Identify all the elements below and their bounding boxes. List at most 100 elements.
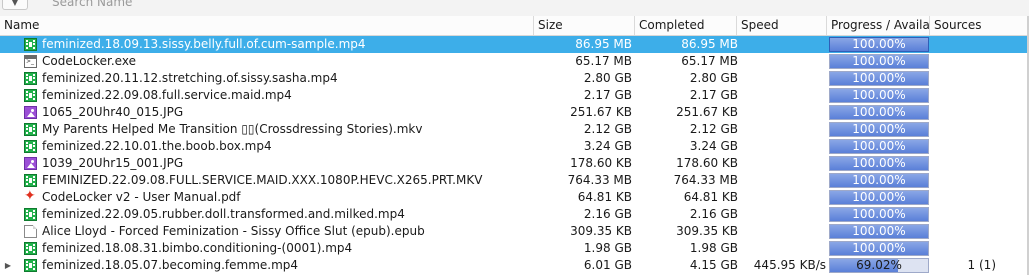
download-speed [740, 223, 828, 240]
column-header-name[interactable]: Name [0, 16, 534, 35]
column-header: Name Size Completed Speed Progress / Ava… [0, 16, 1029, 36]
download-speed [740, 70, 828, 87]
sources-count [934, 70, 1014, 87]
file-name: feminized.18.05.07.becoming.femme.mp4 [42, 258, 299, 272]
download-row[interactable]: CodeLocker v2 - User Manual.pdf 64.81 KB 6… [0, 188, 1029, 206]
video-file-icon [24, 89, 37, 102]
file-size: 251.67 KB [570, 105, 632, 119]
search-bar: ▼ Search Name [0, 0, 1029, 17]
column-header-sources[interactable]: Sources [930, 16, 1027, 35]
video-file-icon [24, 38, 37, 51]
expand-arrow-icon[interactable]: ▶ [3, 257, 13, 274]
image-file-icon [24, 106, 37, 119]
file-name: feminized.18.09.13.sissy.belly.full.of.c… [42, 37, 366, 51]
chevron-down-icon[interactable]: ▼ [2, 0, 28, 10]
file-size: 1.98 GB [583, 241, 632, 255]
progress-bar: 100.00% [829, 224, 929, 239]
file-size: 764.33 MB [567, 173, 632, 187]
download-row[interactable]: feminized.20.11.12.stretching.of.sissy.s… [0, 70, 1029, 87]
download-row[interactable]: feminized.22.09.08.full.service.maid.mp4… [0, 87, 1029, 104]
completed-size: 309.35 KB [676, 224, 738, 238]
video-file-icon [24, 174, 37, 187]
progress-bar: 100.00% [829, 156, 929, 171]
video-file-icon [24, 123, 37, 136]
progress-label: 100.00% [852, 71, 906, 85]
completed-size: 1.98 GB [689, 241, 738, 255]
completed-size: 2.80 GB [689, 71, 738, 85]
search-input[interactable]: Search Name [52, 0, 352, 9]
download-speed [740, 206, 828, 223]
progress-bar: 100.00% [829, 241, 929, 256]
column-header-progress[interactable]: Progress / Availab [827, 16, 930, 35]
download-list: feminized.18.09.13.sissy.belly.full.of.c… [0, 36, 1029, 274]
file-name: feminized.22.09.05.rubber.doll.transform… [42, 207, 405, 221]
sources-count [934, 36, 1014, 53]
download-speed [740, 155, 828, 172]
completed-size: 64.81 KB [683, 190, 738, 204]
progress-label: 100.00% [852, 54, 906, 68]
video-file-icon [24, 72, 37, 85]
completed-size: 86.95 MB [681, 37, 738, 51]
completed-size: 178.60 KB [676, 156, 738, 170]
document-file-icon [24, 225, 37, 238]
progress-label: 100.00% [852, 190, 906, 204]
file-name: 1065_20Uhr40_015.JPG [42, 105, 184, 119]
file-size: 3.24 GB [583, 139, 632, 153]
progress-label: 100.00% [852, 105, 906, 119]
progress-bar: 100.00% [829, 105, 929, 120]
pdf-file-icon [24, 188, 37, 205]
download-row[interactable]: ▶ feminized.18.05.07.becoming.femme.mp4 6.… [0, 257, 1029, 274]
download-row[interactable]: CodeLocker.exe 65.17 MB 65.17 MB 100.00% [0, 53, 1029, 70]
progress-label: 100.00% [852, 88, 906, 102]
sources-count [934, 172, 1014, 189]
progress-label: 100.00% [852, 156, 906, 170]
download-speed: 445.95 KB/s [753, 258, 826, 272]
file-name: CodeLocker.exe [42, 54, 136, 68]
sources-count [934, 121, 1014, 138]
sources-count [934, 104, 1014, 121]
sources-count [934, 206, 1014, 223]
progress-bar: 100.00% [829, 122, 929, 137]
progress-bar: 69.02% [829, 258, 929, 273]
progress-bar: 100.00% [829, 173, 929, 188]
download-speed [740, 104, 828, 121]
completed-size: 764.33 MB [673, 173, 738, 187]
download-row[interactable]: Alice Lloyd - Forced Feminization - Siss… [0, 223, 1029, 240]
download-row[interactable]: 1065_20Uhr40_015.JPG 251.67 KB 251.67 KB 10… [0, 104, 1029, 121]
sources-count [934, 223, 1014, 240]
file-size: 2.17 GB [583, 88, 632, 102]
download-row[interactable]: feminized.18.08.31.bimbo.conditioning-(0… [0, 240, 1029, 257]
progress-label: 100.00% [852, 224, 906, 238]
file-size: 178.60 KB [570, 156, 632, 170]
completed-size: 65.17 MB [681, 54, 738, 68]
file-size: 6.01 GB [583, 258, 632, 272]
sources-count [934, 138, 1014, 155]
download-row[interactable]: 1039_20Uhr15_001.JPG 178.60 KB 178.60 KB 10… [0, 155, 1029, 172]
download-row[interactable]: feminized.18.09.13.sissy.belly.full.of.c… [0, 36, 1029, 53]
executable-file-icon [24, 55, 37, 68]
progress-label: 100.00% [852, 241, 906, 255]
completed-size: 2.16 GB [689, 207, 738, 221]
progress-label: 100.00% [852, 139, 906, 153]
file-size: 309.35 KB [570, 224, 632, 238]
file-name: feminized.22.10.01.the.boob.box.mp4 [42, 139, 272, 153]
file-name: 1039_20Uhr15_001.JPG [42, 156, 184, 170]
download-speed [740, 189, 828, 206]
download-row[interactable]: FEMINIZED.22.09.08.FULL.SERVICE.MAID.XXX… [0, 172, 1029, 189]
file-size: 2.12 GB [583, 122, 632, 136]
progress-bar: 100.00% [829, 88, 929, 103]
column-header-size[interactable]: Size [534, 16, 635, 35]
download-row[interactable]: feminized.22.09.05.rubber.doll.transform… [0, 206, 1029, 223]
file-name: feminized.20.11.12.stretching.of.sissy.s… [42, 71, 338, 85]
video-file-icon [24, 208, 37, 221]
sources-count [934, 155, 1014, 172]
download-row[interactable]: feminized.22.10.01.the.boob.box.mp4 3.24 … [0, 138, 1029, 155]
column-header-completed[interactable]: Completed [635, 16, 737, 35]
completed-size: 4.15 GB [689, 258, 738, 272]
video-file-icon [24, 140, 37, 153]
sources-count [934, 189, 1014, 206]
completed-size: 2.17 GB [689, 88, 738, 102]
download-row[interactable]: My Parents Helped Me Transition ▯▯(Cross… [0, 121, 1029, 138]
progress-label: 69.02% [856, 258, 902, 272]
column-header-speed[interactable]: Speed [737, 16, 827, 35]
